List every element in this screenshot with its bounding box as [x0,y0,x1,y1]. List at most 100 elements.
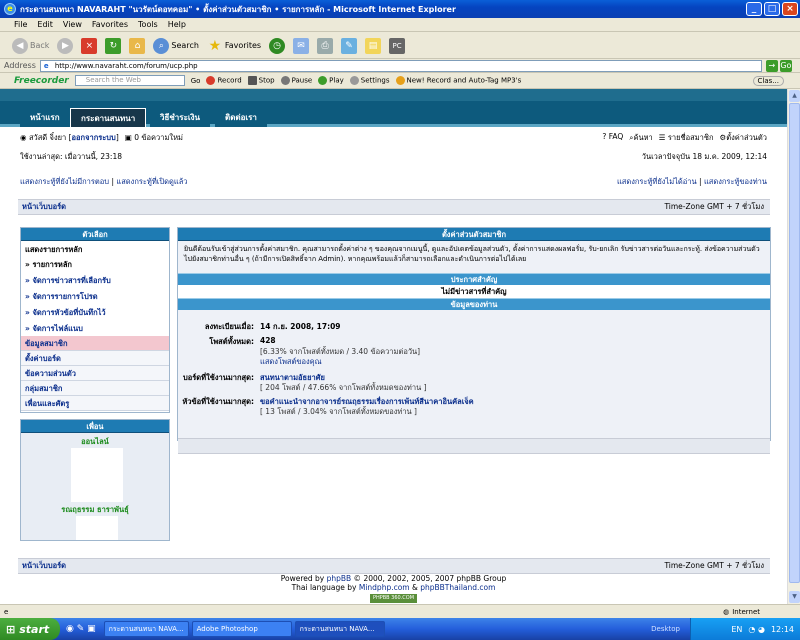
powered-by: Powered by phpBB © 2000, 2002, 2005, 200… [280,574,507,583]
user-greeting: ◉ สวัสดี จิ๋งยา [ออกจากระบบ] ▣ 0 ข้อความ… [20,132,183,144]
unread-link[interactable]: แสดงกระทู้ที่ยังไม่ได้อ่าน [617,177,697,186]
back-button[interactable]: ◀ Back [12,37,49,54]
minimize-button[interactable]: _ [746,2,762,16]
task-forum-1[interactable]: กระดานสนทนา NAVA... [103,621,189,637]
address-input[interactable]: http://www.navaraht.com/forum/ucp.php [39,59,762,72]
menu-help[interactable]: Help [168,20,186,29]
new-messages-link[interactable]: ▣ 0 ข้อความใหม่ [125,132,183,144]
active-topic-detail: [ 13 โพสต์ / 3.04% จากโพสต์ทั้งหมดของท่า… [260,407,417,416]
phpbb-link[interactable]: phpBB [327,574,352,583]
freecorder-settings-button[interactable]: Settings [349,76,390,85]
print-button[interactable]: ⎙ [317,37,334,54]
phpbbthailand-link[interactable]: phpBBThailand.com [420,583,495,592]
nav-tab-contact[interactable]: ติดต่อเรา [215,108,267,127]
freecorder-clas-button[interactable]: Clas... [752,75,784,86]
freecorder-record-button[interactable]: Record [206,76,242,85]
language-indicator[interactable]: EN [731,625,742,634]
scroll-thumb[interactable] [789,103,800,583]
windows-logo-icon: ⊞ [6,622,16,636]
search-links-left: แสดงกระทู้ที่ยังไม่มีการตอบ | แสดงกระทู้… [20,177,188,186]
home-button[interactable]: ⌂ [129,37,146,54]
nav-tab-forum[interactable]: กระดานสนทนา [70,108,147,127]
windows-taskbar: ⊞ start ◉ ✎ ▣ กระดานสนทนา NAVA... Adobe P… [0,618,800,640]
nav-tab-payment[interactable]: วิธีชำระเงิน [150,108,210,127]
maximize-button[interactable]: □ [764,2,780,16]
friend-avatar-2 [76,516,118,540]
freecorder-logo[interactable]: Freecorder [14,76,69,86]
members-link[interactable]: ☰ รายชื่อสมาชิก [659,132,714,144]
breadcrumb-index-link[interactable]: หน้าเว็บบอร์ด [22,202,66,211]
go-button[interactable]: → Go [765,59,792,72]
quicklaunch-icons[interactable]: ◉ ✎ ▣ [66,624,96,634]
sidebar-item-subscriptions[interactable]: » จัดการข่าวสารที่เลือกรับ [25,273,169,289]
start-button[interactable]: ⊞ start [0,618,60,640]
freecorder-toolbar: Freecorder Search the Web Go Record Stop… [0,73,800,89]
mindphp-link[interactable]: Mindphp.com [359,583,410,592]
edit-button[interactable]: ✎ [341,37,358,54]
phpbb360-badge[interactable]: PHPBB 360.COM [369,594,418,603]
freecorder-search-input[interactable]: Search the Web [74,75,185,86]
vertical-scrollbar[interactable]: ▲ ▼ [787,89,800,604]
forward-button[interactable]: ▶ [57,37,74,54]
menu-favorites[interactable]: Favorites [92,20,128,29]
back-arrow-icon: ◀ [12,37,28,54]
menu-view[interactable]: View [63,20,82,29]
pc-button[interactable]: PC [389,37,406,54]
user-icon: ◉ [20,133,27,142]
stop-button[interactable]: × [81,37,98,54]
nav-tab-home[interactable]: หน้าแรก [20,108,70,127]
active-forum-detail: [ 204 โพสต์ / 47.66% จากโพสต์ทั้งหมดของท… [260,383,427,392]
page-viewport: หน้าแรก กระดานสนทนา วิธีชำระเงิน ติดต่อเ… [0,89,787,604]
sidebar-tab-usergroups[interactable]: กลุ่มสมาชิก [21,381,169,396]
breadcrumb-bar-top: หน้าเว็บบอร์ด Time-Zone GMT + 7 ชั่วโมง [18,199,770,215]
posts-value: 428 [260,336,276,345]
history-icon: ◷ [269,37,286,54]
task-photoshop[interactable]: Adobe Photoshop [191,621,292,637]
sidebar-item-bookmarks[interactable]: » จัดการรายการโปรด [25,289,169,305]
sidebar-tab-friends-foes[interactable]: เพื่อนและศัตรู [21,396,169,411]
own-posts-link[interactable]: แสดงกระทู้ของท่าน [704,177,767,186]
logout-link[interactable]: ออกจากระบบ [72,133,116,142]
sidebar-item-main[interactable]: » รายการหลัก [25,257,169,273]
unanswered-link[interactable]: แสดงกระทู้ที่ยังไม่มีการตอบ [20,177,109,186]
menu-edit[interactable]: Edit [37,20,53,29]
menu-file[interactable]: File [14,20,27,29]
friend-name-link[interactable]: รณฤธรรม ธาราพันธุ์ [21,504,169,516]
scroll-up-arrow-icon[interactable]: ▲ [789,90,800,102]
desktop-toolbar[interactable]: Desktop [651,625,680,633]
active-topics-link[interactable]: แสดงกระทู้ที่เปิดดูแล้ว [116,177,187,186]
task-forum-2[interactable]: กระดานสนทนา NAVA... [294,621,385,637]
discuss-button[interactable]: ▤ [365,37,382,54]
page-done-icon: e [4,607,9,616]
history-button[interactable]: ◷ [269,37,286,54]
menu-tools[interactable]: Tools [138,20,158,29]
sidebar-tab-private-messages[interactable]: ข้อความส่วนตัว [21,366,169,381]
show-posts-link[interactable]: แสดงโพสต์ของคุณ [260,356,322,368]
window-title-bar[interactable]: e กระดานสนทนา NAVARAHT "นวรัตน์ดอทคอม" •… [0,0,800,18]
favorites-button[interactable]: ★ Favorites [207,38,261,54]
active-topic-label: หัวข้อที่ใช้งานมากสุด: [182,397,254,406]
search-link[interactable]: ⌕ค้นหา [629,132,653,144]
search-button[interactable]: ⌕ Search [153,37,199,54]
freecorder-go-button[interactable]: Go [191,77,201,85]
freecorder-play-button[interactable]: Play [318,76,344,85]
freecorder-pause-button[interactable]: Pause [280,76,312,85]
timezone-text-bottom: Time-Zone GMT + 7 ชั่วโมง [664,561,764,570]
close-button[interactable]: × [782,2,798,16]
faq-link[interactable]: ? FAQ [602,132,623,144]
sidebar-tab-profile[interactable]: ข้อมูลสมาชิก [21,336,169,351]
scroll-down-arrow-icon[interactable]: ▼ [789,591,800,603]
sidebar-item-saved-topics[interactable]: » จัดการหัวข้อที่บันทึกไว้ [25,305,169,321]
freecorder-promo-link[interactable]: New! Record and Auto-Tag MP3's [395,76,521,85]
sidebar-tab-board-prefs[interactable]: ตั้งค่าบอร์ด [21,351,169,366]
mail-button[interactable]: ✉ [293,37,310,54]
freecorder-stop-button[interactable]: Stop [247,76,275,85]
sidebar-item-attachments[interactable]: » จัดการไฟล์แนบ [25,321,169,337]
system-tray: EN ◔ ◕ 12:14 [690,618,800,640]
ucp-link[interactable]: ⚙ตั้งค่าส่วนตัว [720,132,768,144]
breadcrumb-index-link-bottom[interactable]: หน้าเว็บบอร์ด [22,561,66,570]
tray-icons[interactable]: ◔ ◕ [748,625,765,634]
current-time: วันเวลาปัจจุบัน 18 ม.ค. 2009, 12:14 [641,152,767,161]
announcements-header: ประกาศสำคัญ [178,273,770,285]
refresh-button[interactable]: ↻ [105,37,122,54]
